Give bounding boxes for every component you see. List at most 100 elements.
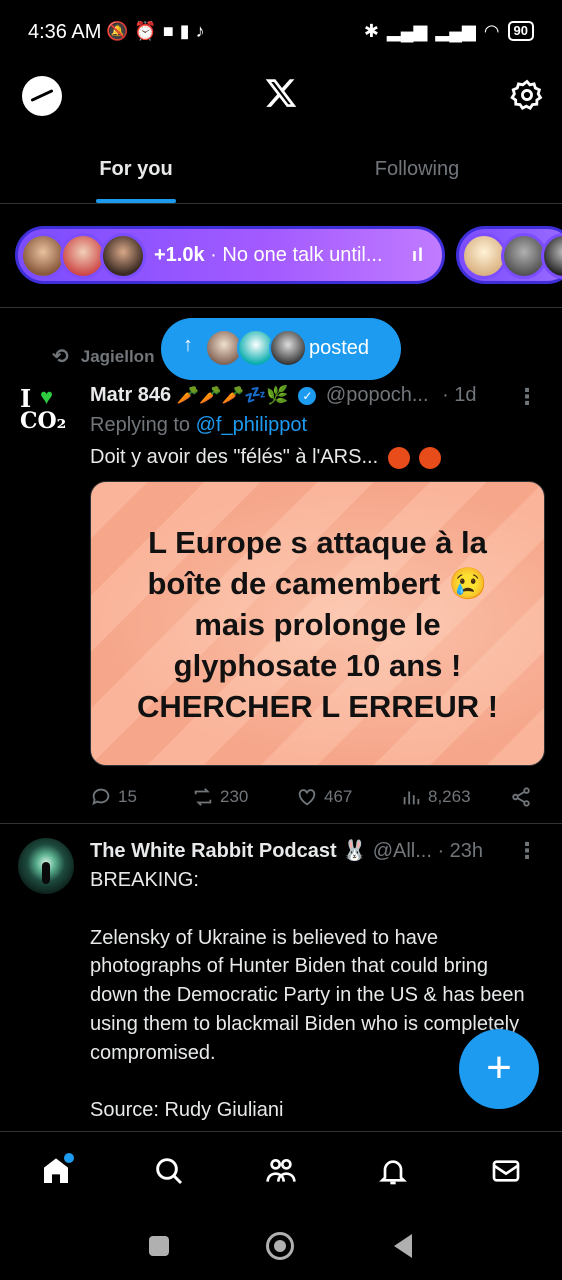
tweet-text-content: Doit y avoir des "félés" à l'ARS... [90, 446, 379, 468]
clock: 4:36 AM [28, 21, 102, 43]
tweet-time: · 23h [437, 840, 484, 862]
space-title: +1.0k · No one talk until... [154, 244, 383, 267]
bell-off-icon: 🔕 [106, 21, 129, 41]
author-name[interactable]: Matr 846 [90, 384, 171, 406]
more-options-icon[interactable]: ⋮ [516, 838, 538, 864]
compose-button[interactable]: + [459, 1029, 539, 1109]
reposter-name[interactable]: Jagiellon [81, 347, 155, 367]
signal-icon: ▂▄▆ [386, 21, 428, 41]
tweet-text: Doit y avoir des "félés" à l'ARS... [90, 446, 442, 469]
name-emoji: 🥕🥕🥕💤🌿 [176, 385, 289, 405]
back-button[interactable] [394, 1234, 412, 1258]
more-options-icon[interactable]: ⋮ [516, 384, 538, 410]
space-separator: · [210, 244, 217, 266]
share-icon [512, 787, 530, 807]
recent-apps-button[interactable] [149, 1236, 169, 1256]
tweet-header: The White Rabbit Podcast 🐰 @All... · 23h [90, 838, 550, 863]
x-logo-icon[interactable] [264, 76, 298, 110]
replying-prefix: Replying to [90, 414, 191, 436]
top-app-bar [0, 66, 562, 126]
posted-label: posted [309, 337, 370, 359]
tab-for-you[interactable]: For you [0, 138, 272, 203]
status-icons-right: ✱ ▂▄▆ ▂▄▆ ◠ 90 [364, 20, 534, 42]
nav-search[interactable] [145, 1147, 193, 1195]
previous-tweet-actions [0, 296, 562, 308]
tiktok-icon: ♪ [195, 21, 205, 41]
profile-avatar[interactable] [22, 76, 62, 116]
views-button[interactable]: 8,263 [400, 786, 510, 808]
author-avatar[interactable]: I ♥ CO₂ [18, 384, 70, 436]
heart-icon [298, 789, 316, 806]
repost-icon: ⟲ [52, 346, 69, 368]
image-text-line: boîte de camembert 😢 [147, 566, 488, 601]
angry-face-icon [419, 446, 442, 469]
arrow-up-icon: ↑ [183, 334, 193, 356]
spaces-bar: +1.0k · No one talk until... ıl [0, 226, 562, 284]
nav-communities[interactable] [257, 1147, 305, 1195]
tweet-image[interactable]: L Europe s attaque à la boîte de camembe… [90, 481, 545, 766]
tweet-actions: 15 230 467 8,263 [90, 783, 540, 811]
wifi-icon: ◠ [483, 21, 500, 41]
tab-following[interactable]: Following [272, 138, 562, 203]
tweet-time: · 1d [442, 384, 477, 406]
reply-count: 15 [118, 787, 137, 806]
reply-button[interactable]: 15 [90, 786, 192, 808]
space-host-avatar [541, 233, 562, 279]
system-navigation-bar [0, 1216, 562, 1280]
space-host-avatar [100, 233, 146, 279]
tweet-paragraph: Source: Rudy Giuliani [90, 1099, 284, 1122]
status-icons-left: 🔕 ⏰ ■ ▮ ♪ [106, 20, 205, 42]
verified-badge-icon: ✓ [298, 386, 317, 405]
status-bar: 4:36 AM 🔕 ⏰ ■ ▮ ♪ ✱ ▂▄▆ ▂▄▆ ◠ 90 [0, 0, 562, 66]
messages-icon [492, 1160, 520, 1182]
repost-count: 230 [220, 787, 249, 806]
image-text-line: mais prolonge le [194, 607, 441, 642]
author-name[interactable]: The White Rabbit Podcast 🐰 [90, 840, 367, 862]
image-text-line: L Europe s attaque à la [148, 525, 487, 560]
views-count: 8,263 [428, 787, 471, 806]
tweet-header: Matr 846 🥕🥕🥕💤🌿 ✓ @popoch... · 1d [90, 384, 550, 407]
share-button[interactable] [510, 786, 532, 808]
tweet[interactable]: ⟲ Jagiellon ed I ♥ CO₂ Matr 846 🥕🥕🥕💤🌿 ✓ … [0, 328, 562, 824]
bottom-navigation [0, 1133, 562, 1209]
avatar-text: CO₂ [20, 408, 67, 434]
search-icon [155, 1158, 182, 1185]
tweet-paragraph: BREAKING: [90, 869, 199, 891]
video-icon: ■ [162, 21, 174, 41]
notifications-icon [379, 1160, 408, 1185]
image-text: L Europe s attaque à la boîte de camembe… [91, 522, 544, 727]
signal-icon: ▂▄▆ [435, 21, 476, 41]
new-posts-pill[interactable]: ↑ posted [161, 318, 401, 380]
image-text-line: CHERCHER L ERREUR ! [136, 689, 499, 724]
replying-to-link[interactable]: @f_philippot [196, 414, 307, 436]
space-listener-count: +1.0k [154, 244, 205, 266]
repost-icon [194, 788, 212, 806]
live-space-card[interactable] [456, 226, 562, 284]
battery-icon: 90 [507, 21, 534, 41]
nav-notifications[interactable] [369, 1147, 417, 1195]
communities-icon [266, 1159, 296, 1182]
like-count: 467 [324, 787, 353, 806]
nav-messages[interactable] [482, 1147, 530, 1195]
author-handle[interactable]: @All... [373, 840, 432, 862]
unread-dot [64, 1153, 75, 1163]
space-name: No one talk until... [222, 244, 383, 266]
equalizer-icon: ıl [411, 245, 424, 265]
reply-icon [92, 788, 110, 806]
repost-button[interactable]: 230 [192, 786, 296, 808]
bluetooth-icon: ✱ [363, 21, 379, 41]
author-handle[interactable]: @popoch... [326, 384, 429, 406]
like-button[interactable]: 467 [296, 786, 400, 808]
trash-icon: ▮ [179, 21, 190, 41]
timeline-tabs: For you Following [0, 138, 562, 204]
angry-face-icon [387, 446, 410, 469]
author-avatar[interactable] [18, 838, 74, 894]
settings-icon[interactable] [510, 78, 544, 112]
views-icon [403, 791, 420, 805]
nav-home[interactable] [32, 1147, 80, 1195]
image-text-line: glyphosate 10 ans ! [173, 648, 462, 683]
poster-avatar [269, 329, 307, 367]
home-button[interactable] [266, 1232, 294, 1260]
green-heart-icon: ♥ [40, 384, 54, 409]
live-space-card[interactable]: +1.0k · No one talk until... ıl [15, 226, 445, 284]
